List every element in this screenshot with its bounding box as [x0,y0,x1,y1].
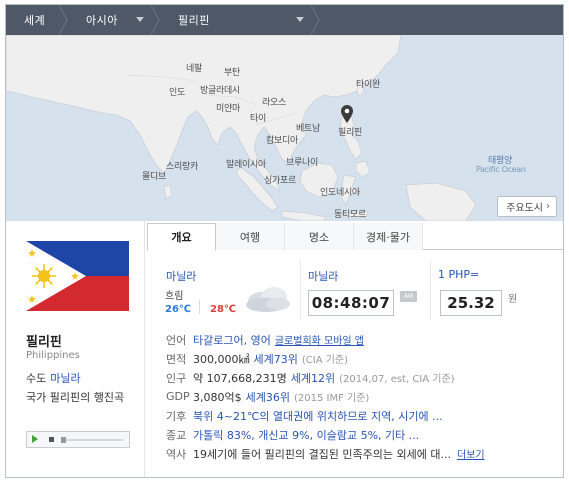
map-label-brunei: 브루나이 [286,158,318,168]
fact-value: 3,080억$ [193,390,242,404]
breadcrumb-world[interactable]: 세계 [6,5,68,35]
tab-economy-prices[interactable]: 경제·물가 [354,223,423,250]
fact-religion: 종교 가톨릭 83%, 개신교 9%, 이슬람교 5%, 기타 ... [166,425,550,444]
fact-key: 인구 [166,371,187,385]
fact-history: 역사 19세기에 들어 필리핀의 결집된 민족주의는 외세에 대... 더보기 [166,444,550,463]
fact-key: 기후 [166,409,187,423]
fact-source: (2014,07, est, CIA 기준) [339,374,455,385]
exchange-rate-value: 25.32 [440,290,502,316]
map-label-bangladesh: 방글라데시 [200,86,240,96]
tab-attractions[interactable]: 명소 [285,223,354,250]
map-label-maldives: 몰디브 [142,172,166,182]
temperature-high: 28℃ [210,304,237,315]
breadcrumb-label: 필리핀 [178,14,210,27]
map-label-philippines: 필리핀 [338,128,362,138]
map-label-myanmar: 미얀마 [216,104,240,114]
audio-seek-slider[interactable] [61,437,123,443]
region-map[interactable]: 네팔 부탄 방글라데시 인도 미얀마 라오스 타이 베트남 캄보디아 필리핀 타… [6,35,563,221]
temperature-low: 26℃ [165,304,192,315]
fact-source: (CIA 기준) [301,355,349,366]
fact-key: 면적 [166,352,187,366]
national-anthem-title: 국가 필리핀의 행진곡 [26,391,125,404]
fact-value: 약 107,668,231명 [193,371,287,385]
religion-link[interactable]: 가톨릭 83%, 개신교 9%, 이슬람교 5%, 기타 ... [193,427,419,443]
location-pin-icon[interactable] [341,105,353,123]
population-rank-link[interactable]: 세계12위 [291,370,335,386]
tab-overview[interactable]: 개요 [147,223,216,251]
fact-key: 언어 [166,333,187,347]
anthem-audio-player [26,431,130,448]
major-cities-label: 주요도시 [506,203,543,214]
fact-gdp: GDP 3,080억$ 세계36위 (2015 IMF 기준) [166,387,550,406]
chevron-right-icon: › [546,201,550,212]
breadcrumb-label: 아시아 [86,14,118,27]
caret-down-icon [296,17,304,22]
map-label-malaysia: 말레이시아 [226,160,266,170]
fact-climate: 기후 북위 4~21℃의 열대권에 위치하므로 지역, 시기에 ... [166,406,550,425]
climate-link[interactable]: 북위 4~21℃의 열대권에 위치하므로 지역, 시기에 ... [193,408,443,424]
temperature-divider [199,300,200,314]
map-label-thailand: 타이 [250,114,266,124]
stop-icon[interactable] [49,437,54,442]
chevron-right-icon [310,5,320,35]
map-land-shapes [6,35,477,221]
chevron-right-icon [58,5,68,35]
map-label-srilanka: 스리랑카 [166,162,198,172]
column-divider [430,260,431,320]
country-name-english: Philippines [26,350,80,361]
caret-down-icon [136,17,144,22]
map-label-cambodia: 캄보디아 [266,136,298,146]
map-label-nepal: 네팔 [186,64,202,74]
gdp-rank-link[interactable]: 세계36위 [246,389,290,405]
fact-language: 언어 타갈로그어, 영어 글로벌회화 모바일 앱 [166,330,550,349]
local-time-display: 08:48:07 [308,290,394,316]
breadcrumb-philippines[interactable]: 필리핀 [160,5,320,35]
fact-value: 19세기에 들어 필리핀의 결집된 민족주의는 외세에 대... [193,447,451,461]
chevron-right-icon [150,5,160,35]
capital-label: 수도 [26,372,47,385]
fact-key: 역사 [166,447,187,461]
map-label-laos: 라오스 [262,98,286,108]
country-summary-panel: 필리핀 Philippines 수도 마닐라 국가 필리핀의 행진곡 [6,221,145,477]
breadcrumb-asia[interactable]: 아시아 [68,5,160,35]
country-facts: 언어 타갈로그어, 영어 글로벌회화 모바일 앱 면적 300,000㎢ 세계7… [166,330,550,463]
fact-key: GDP [166,390,190,403]
map-label-taiwan: 타이완 [356,80,380,90]
history-more-link[interactable]: 더보기 [457,446,485,461]
map-label-easttimor: 동티모르 [334,210,366,220]
info-tabs: 개요 여행 명소 경제·물가 [147,223,563,251]
map-label-bhutan: 부탄 [224,68,240,78]
phrasebook-app-link[interactable]: 글로벌회화 모바일 앱 [275,332,364,347]
clock-city-link[interactable]: 마닐라 [308,268,338,284]
seek-knob[interactable] [61,437,66,443]
fact-value: 300,000㎢ [193,352,250,366]
map-label-vietnam: 베트남 [296,124,320,134]
breadcrumb-label: 세계 [24,14,46,27]
exchange-rate-label[interactable]: 1 PHP= [438,268,479,281]
weather-city-link[interactable]: 마닐라 [166,268,196,284]
major-cities-button[interactable]: 주요도시 › [497,196,557,217]
ampm-badge: AM [400,291,417,302]
fact-area: 면적 300,000㎢ 세계73위 (CIA 기준) [166,349,550,368]
play-icon[interactable] [32,435,38,443]
map-label-pacific-en: Pacific Ocean [476,165,526,174]
country-name: 필리핀 [26,335,62,350]
exchange-rate-unit: 원 [508,294,518,305]
map-label-indonesia: 인도네시아 [320,188,360,198]
map-label-india: 인도 [169,88,185,98]
map-label-singapore: 싱가포르 [264,176,296,186]
capital-row: 수도 마닐라 [26,370,81,386]
language-link[interactable]: 타갈로그어, 영어 [193,332,271,348]
weather-description: 흐림 [165,291,184,302]
tab-travel[interactable]: 여행 [216,223,285,250]
philippines-flag-image [26,241,129,311]
cloud-icon [246,287,290,312]
fact-source: (2015 IMF 기준) [293,393,370,404]
fact-key: 종교 [166,428,187,442]
capital-link[interactable]: 마닐라 [50,372,80,385]
area-rank-link[interactable]: 세계73위 [254,351,298,367]
breadcrumb: 세계 아시아 필리핀 [6,5,563,35]
fact-population: 인구 약 107,668,231명 세계12위 (2014,07, est, C… [166,368,550,387]
column-divider [300,260,301,320]
